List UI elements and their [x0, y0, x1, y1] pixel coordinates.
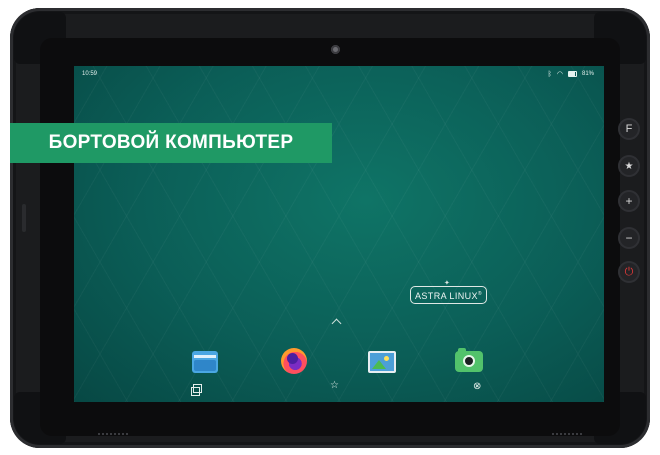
- power-button[interactable]: ⏻: [618, 261, 640, 283]
- volume-up-button[interactable]: +: [618, 190, 640, 212]
- battery-icon: [567, 71, 577, 77]
- close-icon[interactable]: ⊗: [473, 382, 481, 392]
- firefox-app-icon[interactable]: [281, 348, 307, 374]
- bluetooth-icon: ᛒ: [547, 70, 552, 78]
- front-camera: [331, 45, 340, 54]
- volume-down-button[interactable]: −: [618, 227, 640, 249]
- astra-linux-logo: ASTRA LINUX®: [410, 286, 488, 304]
- logo-text: ASTRA LINUX: [415, 291, 478, 301]
- status-bar: 10:59 ᛒ ◠ 81%: [74, 66, 604, 82]
- hardware-buttons: F ★ + − ⏻: [618, 118, 640, 283]
- wifi-icon: ◠: [556, 71, 563, 78]
- status-indicators: ᛒ ◠ 81%: [547, 70, 594, 79]
- favorite-button[interactable]: ★: [618, 155, 640, 177]
- side-port: [22, 204, 26, 232]
- speaker-grille: [552, 433, 584, 435]
- speaker-grille: [98, 433, 130, 435]
- tablet-screen: 10:59 ᛒ ◠ 81%: [74, 66, 604, 402]
- recents-icon[interactable]: [191, 384, 202, 396]
- home-icon[interactable]: ☆: [330, 381, 339, 391]
- files-app-icon[interactable]: [192, 351, 218, 373]
- logo-mark: ®: [477, 291, 483, 297]
- images-app-icon[interactable]: [368, 351, 396, 373]
- function-button[interactable]: F: [618, 118, 640, 140]
- camera-app-icon[interactable]: [455, 348, 483, 372]
- status-clock: 10:59: [82, 71, 98, 77]
- battery-level: 81%: [581, 71, 594, 77]
- promo-banner: БОРТОВОЙ КОМПЬЮТЕР: [10, 123, 332, 163]
